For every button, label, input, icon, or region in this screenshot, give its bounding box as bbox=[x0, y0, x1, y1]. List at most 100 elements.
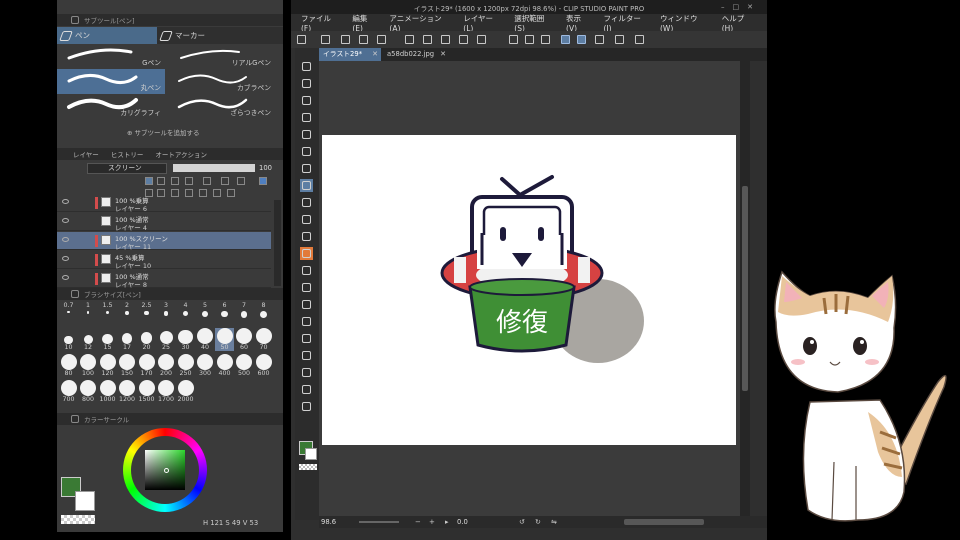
visibility-eye-icon[interactable] bbox=[62, 256, 69, 261]
open-file-icon[interactable] bbox=[341, 35, 350, 44]
zoom-slider[interactable] bbox=[359, 521, 399, 523]
brush-size-cell[interactable]: 1.5 bbox=[98, 302, 117, 315]
help-icon[interactable] bbox=[635, 35, 644, 44]
brush-size-cell[interactable]: 70 bbox=[254, 328, 273, 351]
save-icon[interactable] bbox=[359, 35, 368, 44]
move-layer-icon[interactable] bbox=[300, 111, 313, 124]
brush-size-cell[interactable]: 120 bbox=[98, 354, 117, 377]
figure-icon[interactable] bbox=[300, 298, 313, 311]
brush-size-cell[interactable]: 100 bbox=[79, 354, 98, 377]
pen-tool-icon[interactable] bbox=[300, 179, 313, 192]
brush-size-cell[interactable]: 15 bbox=[98, 328, 117, 351]
redo-icon[interactable] bbox=[423, 35, 432, 44]
zoom-in-button[interactable]: + bbox=[429, 518, 435, 526]
layer-row[interactable]: 100 %乗算 レイヤー 6 bbox=[57, 194, 271, 213]
gradient-icon[interactable] bbox=[300, 281, 313, 294]
ruler-icon[interactable] bbox=[300, 332, 313, 345]
zoom-value[interactable]: 98.6 bbox=[321, 518, 336, 526]
brush-size-cell[interactable]: 40 bbox=[196, 328, 215, 351]
brush-size-cell[interactable]: 1200 bbox=[118, 380, 137, 403]
eraser-icon[interactable] bbox=[300, 196, 313, 209]
undo-icon[interactable] bbox=[405, 35, 414, 44]
transform-icon[interactable] bbox=[477, 35, 486, 44]
clear-icon[interactable] bbox=[441, 35, 450, 44]
tab-auto-action[interactable]: オートアクション bbox=[155, 149, 207, 159]
rotate-left-button[interactable]: ↺ bbox=[519, 518, 525, 526]
tab-layer[interactable]: レイヤー bbox=[73, 149, 99, 159]
tab-pen[interactable]: ペン bbox=[57, 27, 157, 44]
hand-icon[interactable] bbox=[300, 77, 313, 90]
clip-icon[interactable] bbox=[145, 177, 153, 185]
brush-calligraphy[interactable]: カリグラフィ bbox=[57, 94, 165, 119]
menu-item[interactable]: アニメーション(A) bbox=[389, 13, 451, 33]
flip-button[interactable]: ⇋ bbox=[551, 518, 557, 526]
ruler-icon[interactable] bbox=[221, 177, 229, 185]
brush-size-cell[interactable]: 400 bbox=[215, 354, 234, 377]
brush-maru-pen[interactable]: 丸ペン bbox=[57, 69, 165, 94]
reference-icon[interactable] bbox=[157, 177, 165, 185]
menu-item[interactable]: 編集(E) bbox=[352, 13, 377, 33]
menu-item[interactable]: 表示(V) bbox=[566, 13, 591, 33]
device-icon[interactable] bbox=[615, 35, 624, 44]
eyedropper-icon[interactable] bbox=[300, 162, 313, 175]
brush-size-cell[interactable]: 17 bbox=[118, 328, 137, 351]
tab-a58db022[interactable]: a58db022.jpg ✕ bbox=[383, 48, 449, 61]
tab-history[interactable]: ヒストリー bbox=[111, 149, 144, 159]
blend-icon[interactable] bbox=[300, 264, 313, 277]
magic-wand-icon[interactable] bbox=[300, 145, 313, 158]
layer-row[interactable]: 100 %通常 レイヤー 8 bbox=[57, 270, 271, 289]
tab-illust29[interactable]: イラスト29* ✕ bbox=[319, 48, 381, 61]
lasso-select-icon[interactable] bbox=[300, 128, 313, 141]
layer-row[interactable]: 100 %通常 レイヤー 4 bbox=[57, 213, 271, 232]
snap-ruler-icon[interactable] bbox=[561, 35, 570, 44]
fill-bucket-icon[interactable] bbox=[300, 213, 313, 226]
text-icon[interactable] bbox=[300, 349, 313, 362]
horizontal-scrollbar[interactable] bbox=[624, 519, 704, 525]
brush-size-cell[interactable]: 800 bbox=[79, 380, 98, 403]
brush-size-cell[interactable]: 2000 bbox=[176, 380, 195, 403]
visibility-eye-icon[interactable] bbox=[62, 199, 69, 204]
object-select-icon[interactable] bbox=[300, 400, 313, 413]
brush-size-cell[interactable]: 1000 bbox=[98, 380, 117, 403]
brush-size-cell[interactable]: 1500 bbox=[137, 380, 156, 403]
close-tab-icon[interactable]: ✕ bbox=[372, 48, 378, 61]
snap-grid-icon[interactable] bbox=[595, 35, 604, 44]
layer-color-icon[interactable] bbox=[259, 177, 267, 185]
brush-size-cell[interactable]: 500 bbox=[235, 354, 254, 377]
blend-mode-select[interactable]: スクリーン bbox=[87, 162, 167, 174]
new-file-icon[interactable] bbox=[321, 35, 330, 44]
tab-marker[interactable]: マーカー bbox=[157, 27, 283, 44]
transparent-color-swatch[interactable] bbox=[61, 515, 95, 524]
brush-size-cell[interactable]: 2.5 bbox=[137, 302, 156, 316]
brush-size-cell[interactable]: 60 bbox=[235, 328, 254, 351]
brush-size-cell[interactable]: 2 bbox=[118, 302, 137, 315]
rotation-icon[interactable]: ▸ bbox=[445, 518, 449, 526]
brush-size-cell[interactable]: 150 bbox=[118, 354, 137, 377]
deselect-icon[interactable] bbox=[509, 35, 518, 44]
app-icon[interactable] bbox=[297, 35, 306, 44]
brush-size-cell[interactable]: 80 bbox=[59, 354, 78, 377]
brush-size-cell[interactable]: 0.7 bbox=[59, 302, 78, 314]
brush-size-cell[interactable]: 5 bbox=[196, 302, 215, 317]
brush-size-cell[interactable]: 3 bbox=[157, 302, 176, 316]
canvas-area[interactable]: 修復 bbox=[319, 61, 740, 516]
menu-item[interactable]: ヘルプ(H) bbox=[722, 13, 755, 33]
brush-size-cell[interactable]: 20 bbox=[137, 328, 156, 351]
opacity-value[interactable]: 100 bbox=[259, 164, 272, 172]
invert-selection-icon[interactable] bbox=[525, 35, 534, 44]
brush-size-cell[interactable]: 250 bbox=[176, 354, 195, 377]
snap-special-ruler-icon[interactable] bbox=[577, 35, 586, 44]
brush-size-cell[interactable]: 30 bbox=[176, 328, 195, 351]
tool-transparent-swatch[interactable] bbox=[299, 464, 317, 470]
menu-item[interactable]: フィルター(I) bbox=[604, 13, 648, 33]
menu-item[interactable]: 選択範囲(S) bbox=[514, 13, 554, 33]
brush-size-cell[interactable]: 50 bbox=[215, 328, 234, 351]
menu-item[interactable]: レイヤー(L) bbox=[463, 13, 502, 33]
brush-size-cell[interactable]: 7 bbox=[235, 302, 254, 318]
rotate-view-icon[interactable] bbox=[300, 94, 313, 107]
brush-size-cell[interactable]: 600 bbox=[254, 354, 273, 377]
decoration-icon[interactable] bbox=[300, 247, 313, 260]
brush-size-cell[interactable]: 12 bbox=[79, 328, 98, 351]
palette-icon[interactable] bbox=[237, 177, 245, 185]
zoom-icon[interactable] bbox=[300, 60, 313, 73]
